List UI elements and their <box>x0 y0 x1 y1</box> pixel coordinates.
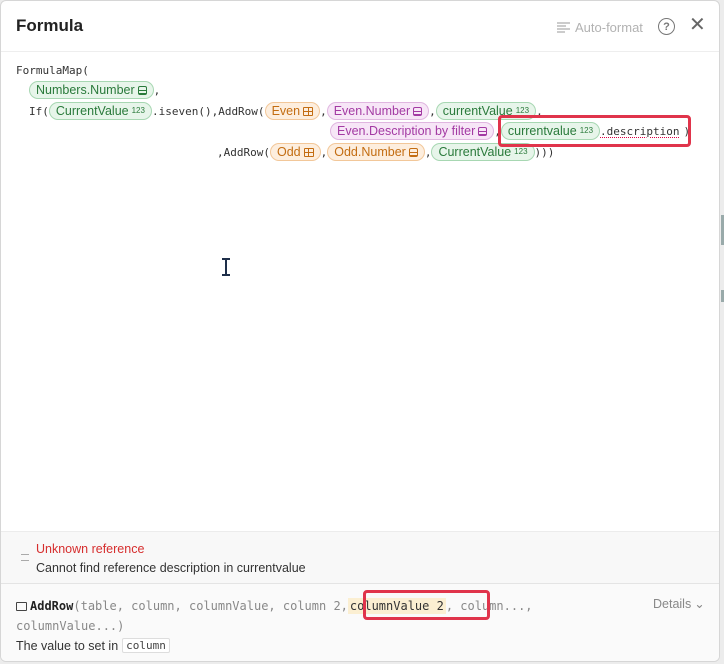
formula-text: , <box>429 104 436 118</box>
argument-description: The value to set in column <box>16 638 170 653</box>
formula-text: ,AddRow( <box>217 145 270 159</box>
signature-paren: ( <box>73 599 81 613</box>
dialog-title: Formula <box>16 16 84 35</box>
column-icon <box>408 147 418 157</box>
code-token: column <box>122 638 170 653</box>
formula-text: , <box>153 83 161 97</box>
formula-line-3: If( CurrentValue 123 .iseven(),AddRow( Ev… <box>29 101 543 121</box>
function-name: AddRow <box>30 599 74 613</box>
formula-text: If( <box>29 104 49 118</box>
signature-args: table, column, columnValue, column 2, <box>80 599 348 613</box>
column-icon <box>413 106 423 116</box>
table-chip[interactable]: Odd <box>269 143 321 161</box>
highlight-box <box>363 590 490 620</box>
help-icon[interactable]: ? <box>658 18 675 35</box>
table-icon <box>303 106 314 116</box>
chip-label: CurrentValue <box>55 104 129 118</box>
chip-label: Even <box>271 104 301 118</box>
formula-editor[interactable]: FormulaMap( Numbers.Number , If( Current… <box>1 52 719 530</box>
dialog-header: Formula Auto-format ? ✕ <box>1 1 719 52</box>
error-title: Unknown reference <box>36 542 145 556</box>
column-chip[interactable]: Numbers.Number <box>29 81 154 99</box>
error-panel: Unknown reference Cannot find reference … <box>1 531 719 584</box>
formula-dialog: Formula Auto-format ? ✕ FormulaMap( Numb… <box>0 0 720 662</box>
column-icon <box>137 85 147 95</box>
value-chip[interactable]: CurrentValue 123 <box>48 102 152 120</box>
formula-text: , <box>424 145 432 159</box>
auto-format-button[interactable]: Auto-format <box>557 20 643 35</box>
auto-format-label: Auto-format <box>575 20 643 35</box>
formula-line-1: FormulaMap( <box>16 60 89 80</box>
highlight-box <box>498 115 691 147</box>
table-chip[interactable]: Even <box>264 102 321 120</box>
chip-label: Even.Number <box>333 104 411 118</box>
table-icon <box>303 147 314 157</box>
description-text: The value to set in <box>16 638 119 653</box>
chip-label: Odd.Number <box>334 145 406 159</box>
chip-label: CurrentValue <box>438 145 512 159</box>
details-toggle[interactable]: Details ⌄ <box>653 596 705 612</box>
chip-label: Odd <box>276 145 301 159</box>
auto-format-icon <box>557 22 570 33</box>
formula-line-2: Numbers.Number , <box>29 80 160 100</box>
signature-help-panel: AddRow ( table, column, columnValue, col… <box>1 583 719 661</box>
close-icon[interactable]: ✕ <box>689 15 706 35</box>
error-message: Cannot find reference description in cur… <box>36 561 306 575</box>
formula-text: .iseven(),AddRow( <box>151 104 265 118</box>
formula-text: , <box>320 145 328 159</box>
column-chip[interactable]: Even.Number <box>326 102 430 120</box>
column-icon <box>478 126 488 136</box>
number-type-icon: 123 <box>515 106 530 115</box>
number-type-icon: 123 <box>514 147 528 156</box>
chip-label: Even.Description by filter <box>337 124 476 138</box>
function-icon <box>16 601 27 611</box>
chevron-down-icon: ⌄ <box>694 597 705 611</box>
chip-label: Numbers.Number <box>36 83 135 97</box>
column-chip[interactable]: Even.Description by filter <box>330 122 495 140</box>
column-chip[interactable]: Odd.Number <box>327 143 425 161</box>
text-cursor-icon <box>222 258 230 276</box>
formula-text: , <box>320 104 327 118</box>
details-label: Details <box>653 596 692 611</box>
number-type-icon: 123 <box>131 106 145 115</box>
signature-line-2: columnValue...) <box>16 619 125 633</box>
formula-text: ))) <box>534 145 555 159</box>
formula-text: FormulaMap( <box>16 63 89 77</box>
error-list-icon <box>21 554 29 561</box>
